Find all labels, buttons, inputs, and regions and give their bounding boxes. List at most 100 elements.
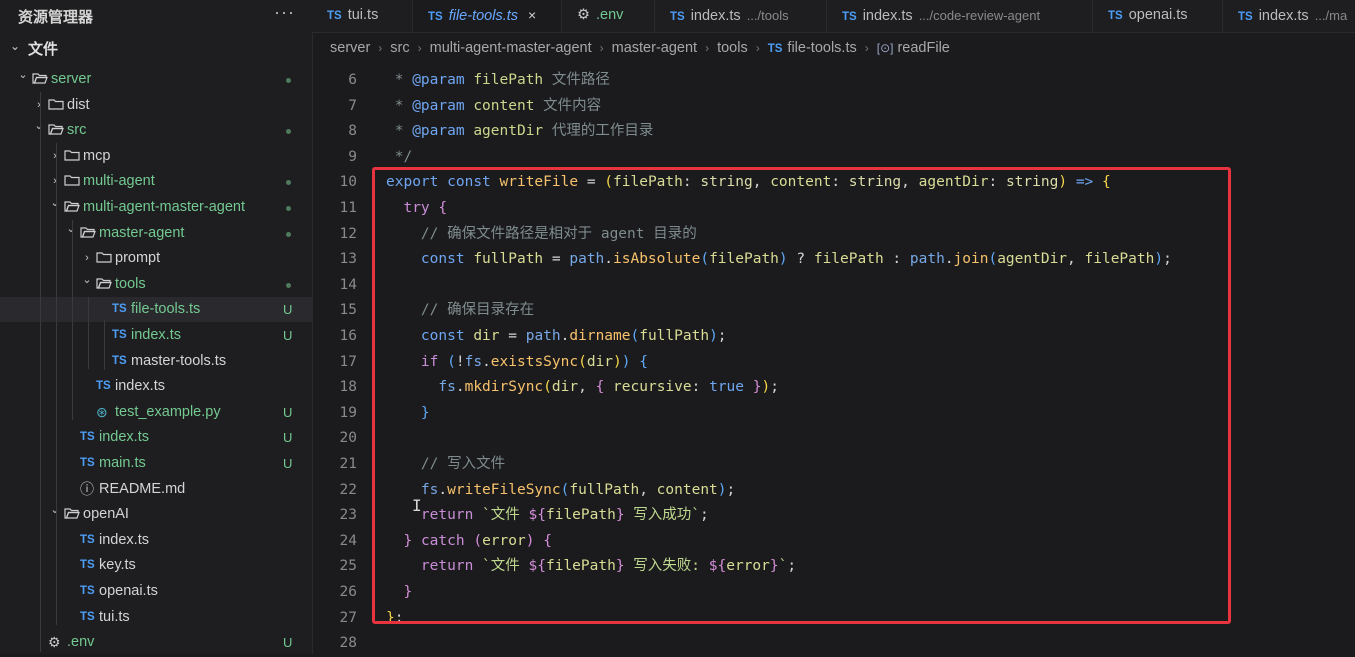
- tree-file[interactable]: ⚙ .env U: [0, 630, 312, 655]
- folder-icon: [48, 93, 64, 118]
- code-line[interactable]: 12 // 确保文件路径是相对于 agent 目录的: [312, 222, 1355, 248]
- tree-file[interactable]: TS index.ts U: [0, 425, 312, 450]
- code-text: }: [420, 404, 430, 421]
- breadcrumb-item[interactable]: master-agent: [612, 40, 697, 56]
- tree-file[interactable]: TS index.ts U: [0, 323, 312, 348]
- tab-label: file-tools.ts: [448, 8, 519, 24]
- editor-tab[interactable]: TS tui.ts: [312, 0, 413, 32]
- code-text: return `文件 ${filePath} 写入成功`;: [420, 507, 709, 524]
- typescript-file-icon: TS: [1108, 10, 1123, 22]
- tree-folder[interactable]: ⌄ server: [0, 67, 312, 92]
- tab-label: tui.ts: [347, 7, 379, 23]
- more-actions-icon[interactable]: ···: [274, 2, 295, 23]
- code-editor[interactable]: 6 * @param filePath 文件路径 7 * @param conte…: [312, 66, 1355, 654]
- editor-tab[interactable]: ⚙ .env: [562, 0, 655, 32]
- tree-file[interactable]: TS tui.ts: [0, 605, 312, 630]
- info-icon: ⓘ: [80, 480, 94, 497]
- code-line[interactable]: 13 const fullPath = path.isAbsolute(file…: [312, 247, 1355, 273]
- tab-label: index.ts: [862, 8, 913, 24]
- text-cursor-icon: I: [412, 496, 422, 515]
- tree-file[interactable]: TS master-tools.ts: [0, 349, 312, 374]
- tree-item-label: key.ts: [99, 557, 136, 574]
- code-line[interactable]: 19 }: [312, 401, 1355, 427]
- tab-path-hint: .../ma: [1314, 8, 1348, 23]
- breadcrumb-item[interactable]: server: [330, 40, 370, 56]
- code-line[interactable]: 7 * @param content 文件内容: [312, 94, 1355, 120]
- tree-folder[interactable]: ⌄ src: [0, 118, 312, 143]
- tree-folder[interactable]: › mcp: [0, 144, 312, 169]
- code-line[interactable]: 17 if (!fs.existsSync(dir)) {: [312, 350, 1355, 376]
- editor-tab[interactable]: TS file-tools.ts ×: [413, 0, 562, 32]
- line-number: 15: [339, 302, 357, 319]
- tree-file[interactable]: TS file-tools.ts U: [0, 297, 312, 323]
- folder-icon: [48, 118, 64, 143]
- editor-tab[interactable]: TS index.ts .../code-review-agent: [827, 0, 1093, 32]
- code-line[interactable]: 28: [312, 631, 1355, 657]
- code-line[interactable]: 27};: [312, 606, 1355, 632]
- code-line[interactable]: 21 // 写入文件: [312, 452, 1355, 478]
- chevron-down-icon: ⌄: [18, 69, 28, 81]
- code-text: const fullPath = path.isAbsolute(filePat…: [420, 251, 1172, 268]
- line-number: 18: [339, 379, 357, 396]
- tree-file[interactable]: ⊛ test_example.py U: [0, 400, 312, 425]
- tree-folder[interactable]: ⌄ openAI: [0, 502, 312, 527]
- breadcrumb-item[interactable]: file-tools.ts: [787, 40, 856, 56]
- breadcrumb-item[interactable]: readFile: [897, 40, 949, 56]
- indent-guide: [40, 92, 41, 652]
- indent-guide: [56, 143, 57, 625]
- code-line[interactable]: 24 } catch (error) {: [312, 529, 1355, 555]
- code-line[interactable]: 26 }: [312, 580, 1355, 606]
- line-number: 7: [348, 97, 357, 114]
- code-line[interactable]: 16 const dir = path.dirname(fullPath);: [312, 324, 1355, 350]
- code-line[interactable]: 25 return `文件 ${filePath} 写入失败: ${error}…: [312, 554, 1355, 580]
- tree-item-label: openai.ts: [99, 583, 158, 599]
- tree-item-label: multi-agent: [83, 173, 155, 190]
- close-icon[interactable]: ×: [528, 7, 536, 23]
- tree-file[interactable]: ⓘ README.md: [0, 477, 312, 502]
- files-section-header[interactable]: ⌄ 文件: [0, 36, 312, 60]
- code-line[interactable]: 8 * @param agentDir 代理的工作目录: [312, 119, 1355, 145]
- code-line[interactable]: 14: [312, 273, 1355, 299]
- code-line[interactable]: 18 fs.mkdirSync(dir, { recursive: true }…: [312, 375, 1355, 401]
- folder-icon: [64, 144, 80, 169]
- code-line[interactable]: 6 * @param filePath 文件路径: [312, 68, 1355, 94]
- code-text: * @param filePath 文件路径: [394, 72, 610, 88]
- folder-icon: [96, 246, 112, 271]
- tree-file[interactable]: TS main.ts U: [0, 451, 312, 476]
- tree-folder[interactable]: ⌄ multi-agent-master-agent: [0, 195, 312, 220]
- tree-file[interactable]: TS index.ts: [0, 528, 312, 553]
- breadcrumb-item[interactable]: multi-agent-master-agent: [430, 40, 592, 56]
- breadcrumb-item[interactable]: tools: [717, 40, 748, 56]
- line-number: 21: [339, 456, 357, 472]
- tree-folder[interactable]: ⌄ tools: [0, 272, 312, 297]
- tree-folder[interactable]: › prompt: [0, 246, 312, 271]
- code-line[interactable]: 9 */: [312, 145, 1355, 171]
- tree-file[interactable]: TS key.ts: [0, 553, 312, 578]
- tree-folder[interactable]: › dist: [0, 93, 312, 118]
- code-text: fs.writeFileSync(fullPath, content);: [420, 481, 736, 498]
- code-line[interactable]: 23 return `文件 ${filePath} 写入成功`;: [312, 503, 1355, 529]
- code-line[interactable]: 11 try {: [312, 196, 1355, 222]
- typescript-file-icon: TS: [80, 610, 95, 623]
- tab-label: index.ts: [690, 8, 741, 24]
- code-line[interactable]: 20: [312, 426, 1355, 452]
- tree-file[interactable]: TS openai.ts: [0, 579, 312, 604]
- editor-tab[interactable]: TS openai.ts: [1093, 0, 1223, 32]
- code-line[interactable]: 22 fs.writeFileSync(fullPath, content);: [312, 478, 1355, 504]
- code-line[interactable]: 10 export const writeFile = (filePath: st…: [312, 170, 1355, 196]
- typescript-file-icon: TS: [80, 457, 95, 469]
- code-text: // 写入文件: [420, 456, 506, 472]
- editor-tab[interactable]: TS index.ts .../tools: [655, 0, 827, 32]
- line-number: 16: [339, 328, 357, 344]
- indent-guide: [88, 297, 89, 369]
- tree-item-label: server: [51, 71, 92, 87]
- tree-item-label: tools: [115, 275, 146, 292]
- tree-file[interactable]: TS index.ts: [0, 374, 312, 399]
- tree-folder[interactable]: ⌄ master-agent: [0, 221, 312, 246]
- editor-tab[interactable]: TS index.ts .../ma: [1223, 0, 1355, 32]
- code-line[interactable]: 15 // 确保目录存在: [312, 298, 1355, 324]
- explorer-sidebar: 资源管理器 ··· ⌄ 文件 ⌄ server › dist ⌄ src › mcp › mult…: [0, 0, 313, 654]
- breadcrumb-item[interactable]: src: [390, 40, 409, 56]
- tree-folder[interactable]: › multi-agent: [0, 169, 312, 194]
- git-status-badge: U: [283, 430, 293, 446]
